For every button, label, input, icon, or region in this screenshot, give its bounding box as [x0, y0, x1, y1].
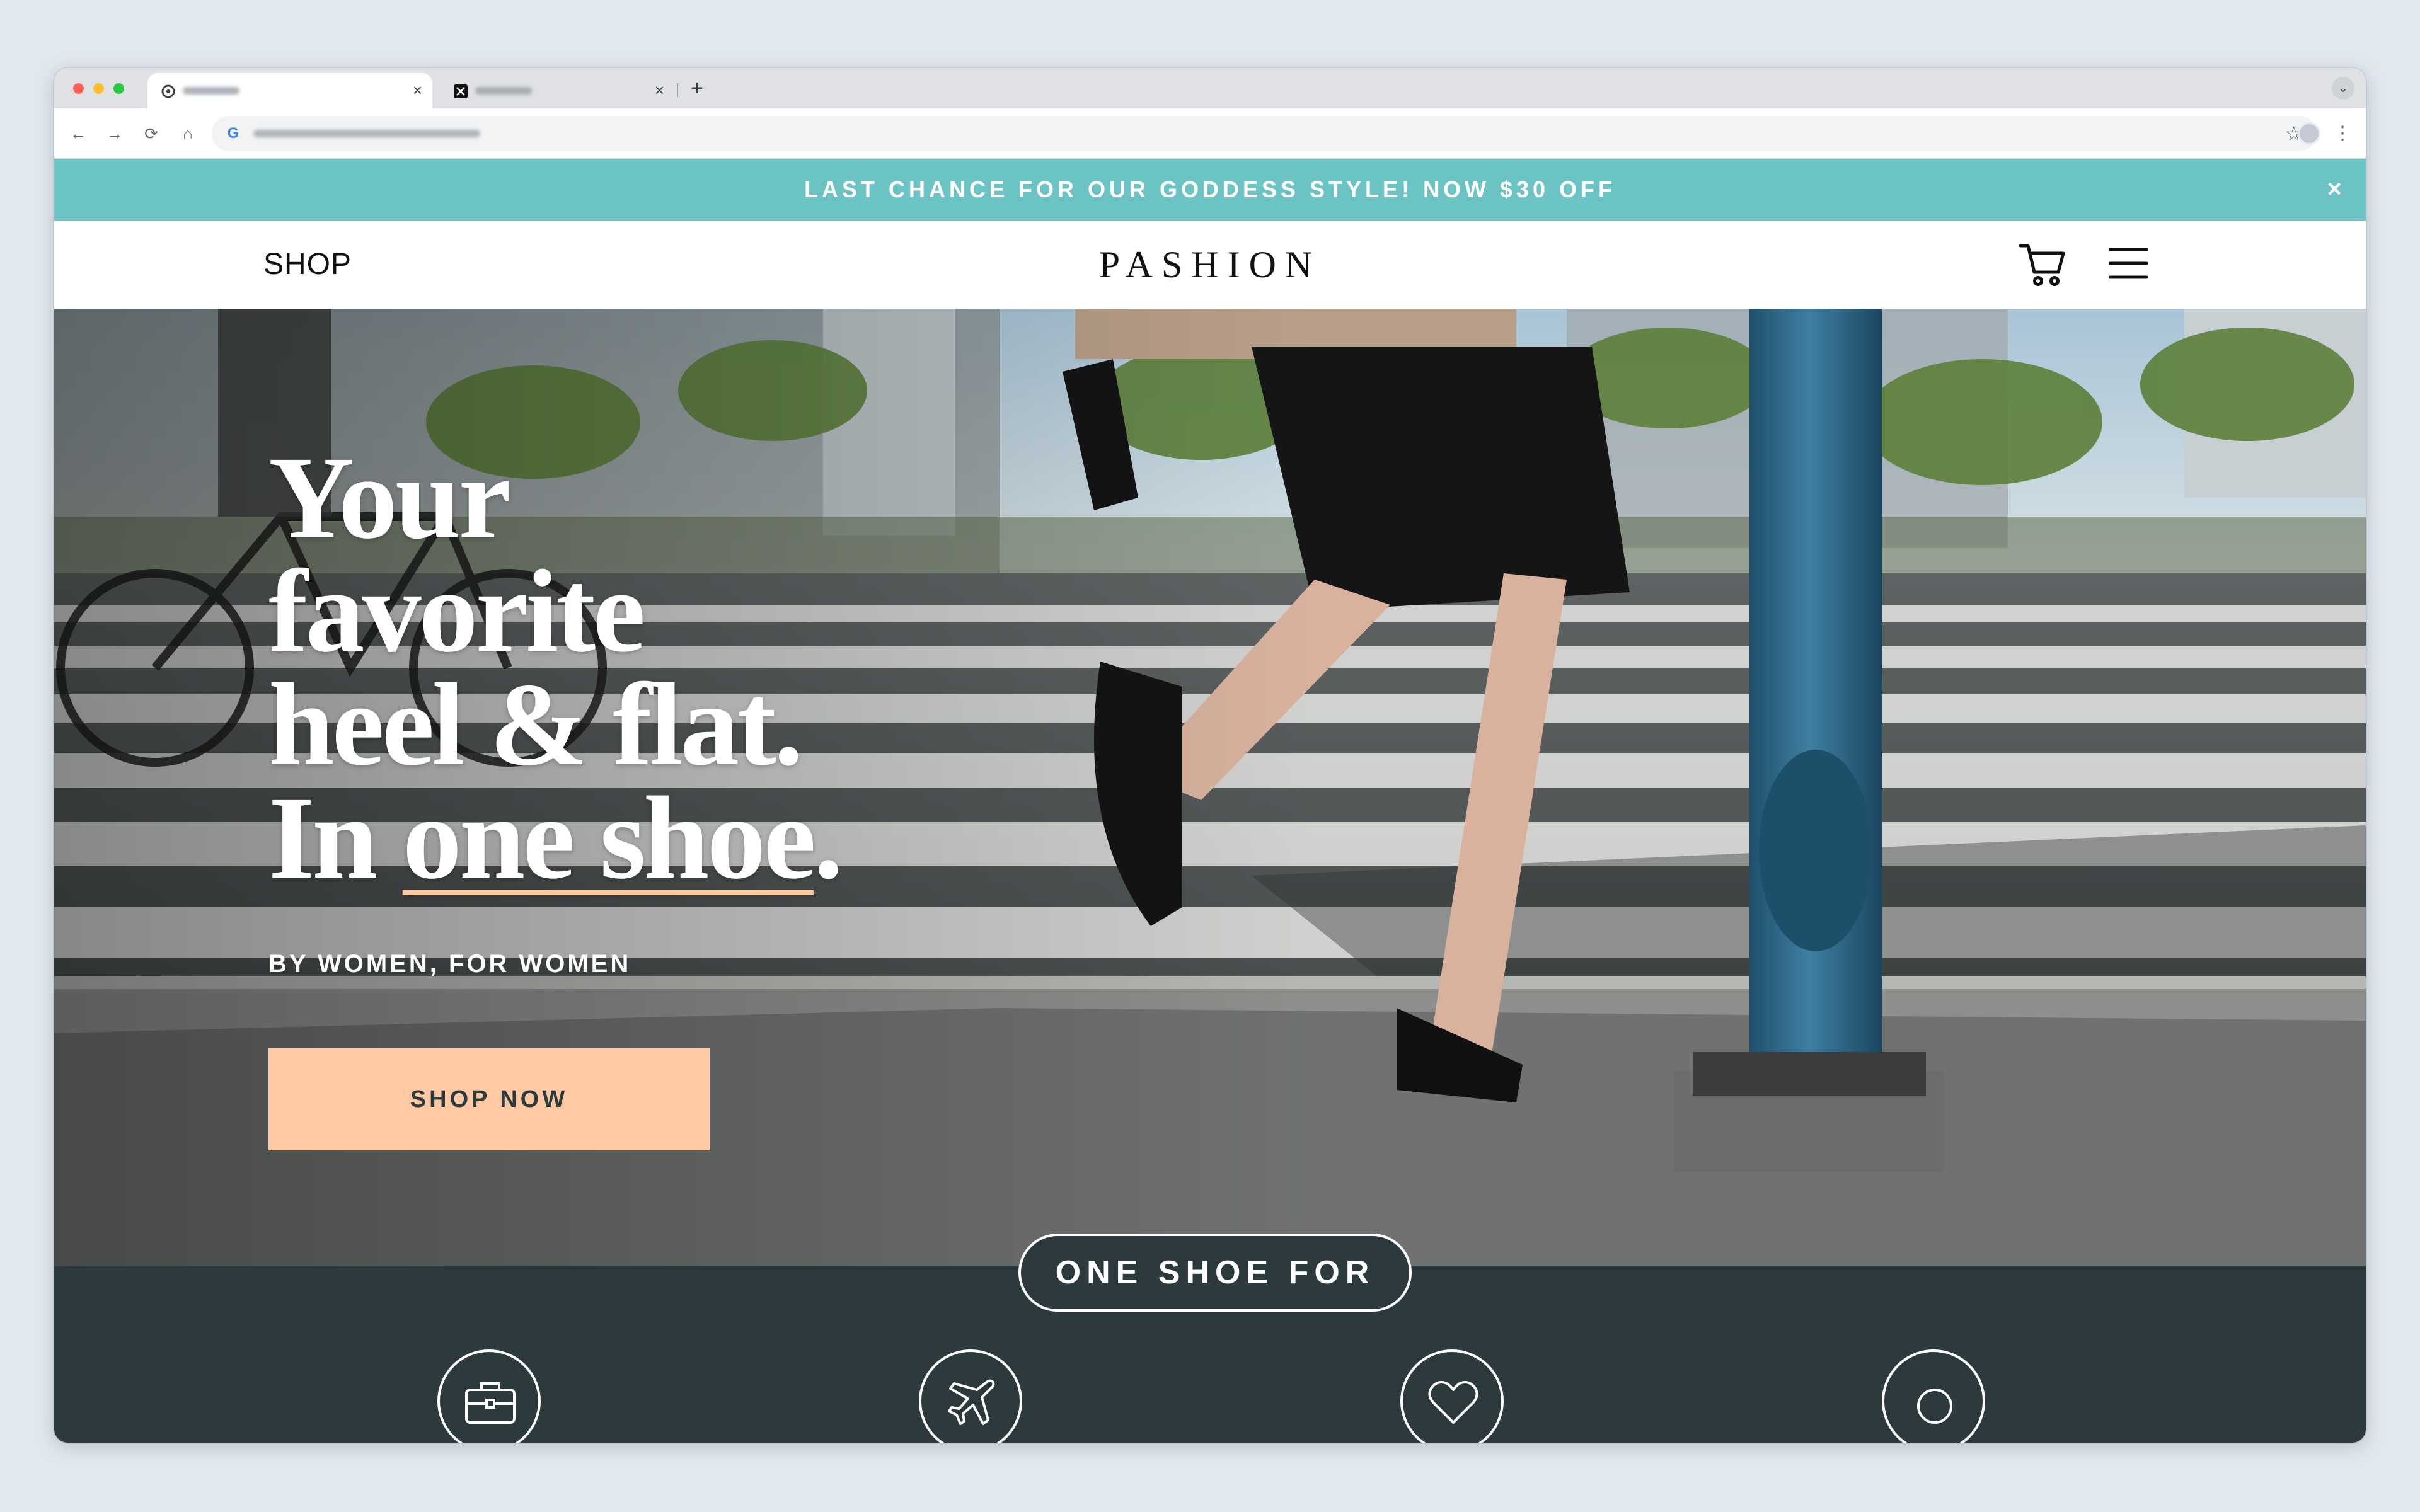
web-page: LAST CHANCE FOR OUR GODDESS STYLE! NOW $…	[54, 159, 2366, 1443]
back-button[interactable]: ←	[66, 121, 91, 146]
shop-link[interactable]: SHOP	[263, 246, 352, 284]
airplane-icon	[948, 1379, 995, 1425]
tab-title-blurred	[475, 87, 532, 94]
browser-window: × × + ⌄ ← → ⟳ ⌂ G ☆ ⋮ LAST CHANCE FOR OU…	[54, 68, 2366, 1443]
cart-icon[interactable]	[2018, 239, 2068, 290]
headline-line-4: In one shoe.	[268, 779, 1088, 897]
tab-strip: × × + ⌄	[54, 68, 2366, 108]
new-tab-button[interactable]: +	[684, 76, 710, 101]
tab-title-blurred	[183, 87, 239, 94]
google-icon: G	[227, 125, 239, 142]
hero-subheading: BY WOMEN, FOR WOMEN	[268, 950, 631, 978]
headline-line-3: heel & flat.	[268, 658, 804, 790]
heart-icon	[1428, 1381, 1478, 1424]
reload-button[interactable]: ⟳	[139, 121, 164, 146]
browser-tab-active[interactable]: ×	[147, 73, 432, 108]
home-button[interactable]: ⌂	[175, 121, 200, 146]
profile-avatar[interactable]	[2298, 122, 2320, 145]
tab-favicon-icon	[161, 84, 175, 98]
one-shoe-for-label: ONE SHOE FOR	[1018, 1234, 1412, 1312]
address-bar[interactable]: G ☆	[212, 116, 2317, 151]
hamburger-menu-icon[interactable]	[2109, 247, 2148, 280]
tab-close-icon[interactable]: ×	[655, 79, 664, 101]
address-placeholder-blurred	[253, 130, 480, 137]
shop-now-button[interactable]: SHOP NOW	[268, 1048, 710, 1150]
minimize-window-button[interactable]	[93, 83, 104, 94]
headline-line-4-suffix: .	[813, 772, 843, 903]
x-logo-icon	[454, 84, 468, 98]
announcement-bar: LAST CHANCE FOR OUR GODDESS STYLE! NOW $…	[54, 159, 2366, 220]
announcement-text: LAST CHANCE FOR OUR GODDESS STYLE! NOW $…	[804, 176, 1616, 202]
tab-search-button[interactable]: ⌄	[2332, 77, 2354, 100]
tab-close-icon[interactable]: ×	[413, 79, 422, 101]
headline-line-1: Your	[268, 432, 511, 563]
maximize-window-button[interactable]	[113, 83, 124, 94]
forward-button[interactable]: →	[102, 121, 127, 146]
headline-line-4-prefix: In	[268, 772, 403, 903]
hero-headline: Your favorite heel & flat. In one shoe.	[268, 432, 1088, 897]
ring-icon	[1917, 1389, 1952, 1424]
announcement-close-icon[interactable]: ×	[2327, 176, 2342, 202]
browser-menu-icon[interactable]: ⋮	[2333, 121, 2352, 146]
briefcase-icon	[465, 1382, 516, 1424]
browser-tab-2[interactable]: ×	[440, 73, 674, 108]
site-header: PASHION SHOP	[54, 220, 2366, 309]
tab-separator	[677, 83, 678, 97]
headline-line-2: favorite	[268, 545, 645, 677]
browser-toolbar: ← → ⟳ ⌂ G ☆ ⋮	[54, 108, 2366, 159]
headline-underlined-phrase: one shoe	[402, 772, 816, 903]
close-window-button[interactable]	[73, 83, 84, 94]
